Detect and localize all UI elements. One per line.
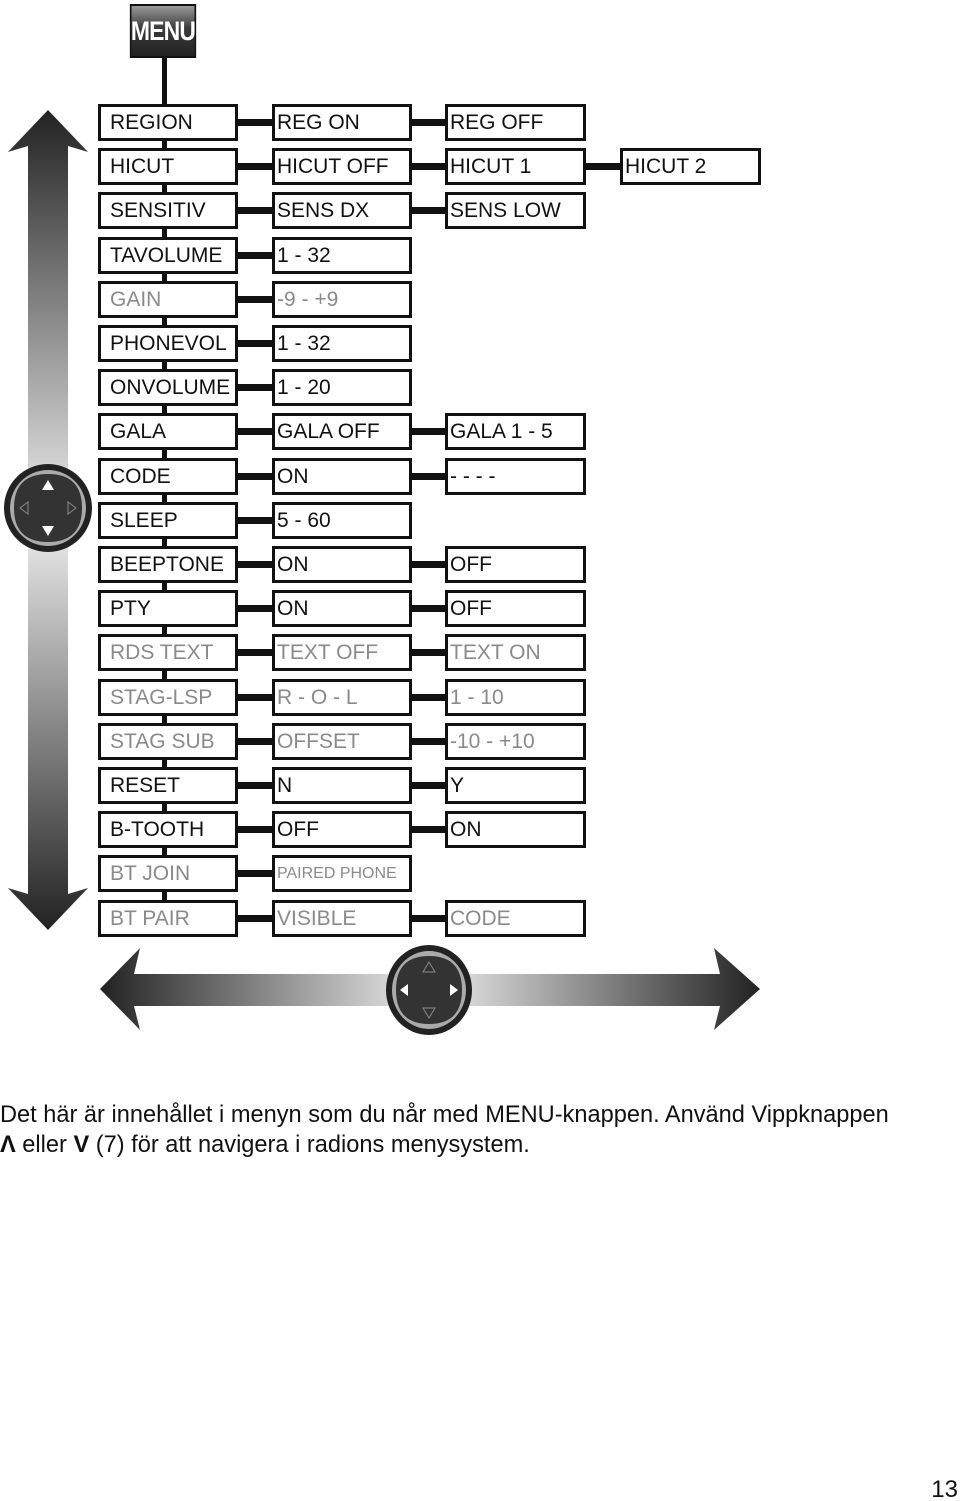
up-symbol: Λ [0,1132,16,1158]
option-connector [238,119,272,126]
menu-item: B-TOOTH [98,811,238,848]
menu-item: RDS TEXT [98,634,238,671]
option-connector [238,561,272,568]
option-connector [412,915,445,922]
option-connector [412,561,445,568]
menu-option: ON [445,811,586,848]
option-connector [238,915,272,922]
option-connector [238,782,272,789]
option-connector [238,605,272,612]
joystick-icon [386,945,472,1035]
menu-option: ON [272,458,412,495]
menu-option: -10 - +10 [445,723,586,760]
menu-item: REGION [98,104,238,141]
menu-option: HICUT OFF [272,148,412,185]
menu-item: BT PAIR [98,900,238,937]
menu-option: SENS LOW [445,192,586,229]
option-connector [238,826,272,833]
down-symbol: V [73,1132,90,1158]
option-connector [412,473,445,480]
menu-option: CODE [445,900,586,937]
menu-option: TEXT OFF [272,634,412,671]
option-connector [238,340,272,347]
menu-item: TAVOLUME [98,237,238,274]
menu-item: HICUT [98,148,238,185]
menu-option: OFF [272,811,412,848]
menu-option: 1 - 32 [272,325,412,362]
caption-text: eller [15,1132,74,1158]
manual-page: MENU REGION REG ON REG OFF HICUT HICUT OFF HI… [0,0,960,1501]
menu-option: 1 - 10 [445,679,586,716]
menu-option: VISIBLE [272,900,412,937]
menu-option: HICUT 1 [445,148,586,185]
menu-option: 1 - 32 [272,237,412,274]
menu-button: MENU [129,4,197,58]
option-connector [238,870,272,877]
menu-item: BT JOIN [98,855,238,892]
caption-line-2: Λ eller V (7) för att navigera i radions… [0,1130,889,1160]
option-connector [586,163,620,170]
menu-item: STAG SUB [98,723,238,760]
joystick-icon [4,464,92,552]
menu-item: PTY [98,590,238,627]
menu-item: SENSITIV [98,192,238,229]
option-connector [412,826,445,833]
option-connector [412,738,445,745]
menu-option: PAIRED PHONE [272,855,412,892]
menu-option: OFF [445,590,586,627]
menu-item: RESET [98,767,238,804]
menu-option: OFF [445,546,586,583]
option-connector [412,119,445,126]
caption-text: (7) för att navigera i radions menysyste… [89,1132,530,1158]
menu-option: OFFSET [272,723,412,760]
option-connector [412,428,445,435]
menu-option: Y [445,767,586,804]
menu-option: REG OFF [445,104,586,141]
option-connector [412,782,445,789]
menu-item: CODE [98,458,238,495]
menu-option: GALA OFF [272,413,412,450]
menu-option: ON [272,546,412,583]
menu-option: 1 - 20 [272,369,412,406]
menu-option: TEXT ON [445,634,586,671]
menu-option: GALA 1 - 5 [445,413,586,450]
option-connector [412,207,445,214]
option-connector [238,163,272,170]
menu-option: SENS DX [272,192,412,229]
option-connector [238,252,272,259]
option-connector [412,694,445,701]
menu-item: PHONEVOL [98,325,238,362]
caption: Det här är innehållet i menyn som du når… [0,1100,889,1160]
menu-item: ONVOLUME [98,369,238,406]
menu-button-label: MENU [130,15,196,46]
menu-item: SLEEP [98,502,238,539]
menu-option: 5 - 60 [272,502,412,539]
page-number: 13 [931,1476,958,1501]
menu-item: GALA [98,413,238,450]
option-connector [412,605,445,612]
option-connector [412,649,445,656]
menu-item: BEEPTONE [98,546,238,583]
option-connector [238,207,272,214]
option-connector [238,649,272,656]
menu-option: ON [272,590,412,627]
menu-option: REG ON [272,104,412,141]
menu-option: -9 - +9 [272,281,412,318]
menu-option: R - O - L [272,679,412,716]
menu-option: - - - - [445,458,586,495]
menu-connector [162,58,167,106]
option-connector [238,517,272,524]
caption-line-1: Det här är innehållet i menyn som du når… [0,1102,889,1128]
option-connector [238,738,272,745]
menu-item: STAG-LSP [98,679,238,716]
option-connector [238,428,272,435]
option-connector [238,694,272,701]
menu-option: N [272,767,412,804]
menu-item: GAIN [98,281,238,318]
option-connector [238,296,272,303]
option-connector [238,384,272,391]
option-connector [238,473,272,480]
menu-option: HICUT 2 [620,148,761,185]
option-connector [412,163,445,170]
